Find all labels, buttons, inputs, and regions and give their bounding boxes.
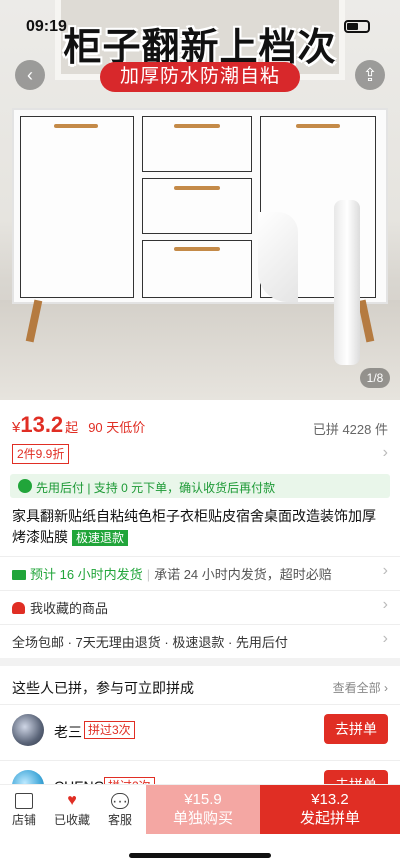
favorite-label: 已收藏 (53, 813, 90, 827)
buy-alone-label: 单独购买 (172, 810, 233, 827)
group-buy-label: 发起拼单 (299, 810, 360, 827)
member-name: 老三 (54, 724, 82, 740)
buy-alone-price: ¥15.9 (184, 791, 222, 808)
services-row[interactable]: 全场包邮 · 7天无理由退货 · 极速退款 · 先用后付 (12, 632, 288, 651)
shipping-lead: 预计 16 小时内发货 (30, 567, 143, 582)
join-group-button[interactable]: 去拼单 (324, 714, 388, 744)
low-price-tag: 90 天低价 (88, 420, 146, 435)
store-button[interactable]: 店铺 (0, 785, 48, 835)
pay-later-text: 先用后付 | 支持 0 元下单，确认收货后再付款 (36, 481, 276, 495)
chat-icon: ··· (111, 793, 129, 810)
divider (0, 704, 400, 705)
chevron-right-icon[interactable]: › (383, 444, 388, 462)
group-buy-price: ¥13.2 (311, 791, 349, 808)
chevron-right-icon[interactable]: › (383, 562, 388, 580)
view-all-label: 查看全部 (332, 681, 381, 695)
chevron-right-icon[interactable]: › (383, 630, 388, 648)
product-title: 家具翻新贴纸自粘纯色柜子衣柜贴皮宿舍桌面改造装饰加厚烤漆贴膜 极速退款 (12, 506, 388, 548)
bottom-action-bar: 店铺 ♥ 已收藏 ··· 客服 ¥15.9 单独购买 ¥13.2 发起拼单 (0, 784, 400, 835)
shipping-row[interactable]: 预计 16 小时内发货 | 承诺 24 小时内发货，超时必赔 (12, 564, 332, 583)
cabinet-handle (54, 124, 98, 128)
product-title-text: 家具翻新贴纸自粘纯色柜子衣柜贴皮宿舍桌面改造装饰加厚烤漆贴膜 (12, 508, 376, 545)
group-section-title: 这些人已拼，参与可立即拼成 (12, 680, 194, 696)
price-suffix: 起 (65, 420, 79, 435)
favorites-row[interactable]: 我收藏的商品 (12, 598, 108, 617)
image-page-counter: 1/8 (360, 368, 390, 388)
cabinet-illustration (12, 108, 388, 304)
truck-icon (12, 570, 26, 580)
view-all-link[interactable]: 查看全部 › (333, 679, 388, 696)
cabinet-door-left (20, 116, 134, 298)
store-icon (15, 793, 33, 809)
divider (0, 624, 400, 625)
price-amount: 13.2 (20, 412, 64, 437)
divider (0, 760, 400, 761)
group-count: 已拼 4228 件 (312, 422, 388, 437)
avatar (12, 714, 44, 746)
product-image-carousel[interactable]: 09:19 柜子翻新上档次 加厚防水防潮自粘 ‹ ⇪ 1/8 (0, 0, 400, 400)
chevron-right-icon[interactable]: › (383, 596, 388, 614)
member-tag: 拼过3次 (84, 721, 135, 739)
share-icon: ⇪ (362, 65, 378, 85)
divider (0, 556, 400, 557)
peeling-sticker-decoration (258, 212, 298, 302)
shipping-promise: 承诺 24 小时内发货，超时必赔 (154, 567, 332, 582)
buy-alone-button[interactable]: ¥15.9 单独购买 (146, 785, 260, 835)
home-indicator-area (0, 834, 400, 867)
sticker-roll-decoration (334, 200, 360, 365)
people-icon (12, 602, 25, 614)
cabinet-handle (174, 124, 220, 128)
separator: | (146, 567, 151, 582)
coupon-badge[interactable]: 2件9.9折 (12, 444, 70, 464)
hero-sub-banner: 加厚防水防潮自粘 (100, 62, 300, 92)
heart-icon: ♥ (67, 792, 77, 809)
home-indicator[interactable] (129, 853, 271, 858)
back-button[interactable]: ‹ (15, 60, 45, 90)
cabinet-handle (174, 247, 220, 251)
favorites-text: 我收藏的商品 (30, 601, 109, 616)
chevron-left-icon: ‹ (27, 65, 33, 85)
customer-service-label: 客服 (107, 813, 132, 827)
fast-refund-badge: 极速退款 (72, 530, 129, 546)
favorite-button[interactable]: ♥ 已收藏 (48, 785, 96, 835)
product-info-card: ¥13.2 起 90 天低价 已拼 4228 件 2件9.9折 › 先用后付 | 支… (0, 400, 400, 658)
price-row: ¥13.2 起 90 天低价 (12, 412, 145, 438)
share-button[interactable]: ⇪ (355, 60, 385, 90)
group-member-row: 老三 拼过3次 去拼单 (12, 714, 388, 754)
cabinet-handle (296, 124, 340, 128)
divider (0, 590, 400, 591)
start-group-buy-button[interactable]: ¥13.2 发起拼单 (260, 785, 400, 835)
pay-later-banner[interactable]: 先用后付 | 支持 0 元下单，确认收货后再付款 (10, 474, 390, 498)
shield-icon (18, 479, 32, 493)
store-label: 店铺 (11, 813, 36, 827)
services-text: 全场包邮 · 7天无理由退货 · 极速退款 · 先用后付 (12, 635, 288, 650)
cabinet-handle (174, 186, 220, 190)
customer-service-button[interactable]: ··· 客服 (96, 785, 144, 835)
